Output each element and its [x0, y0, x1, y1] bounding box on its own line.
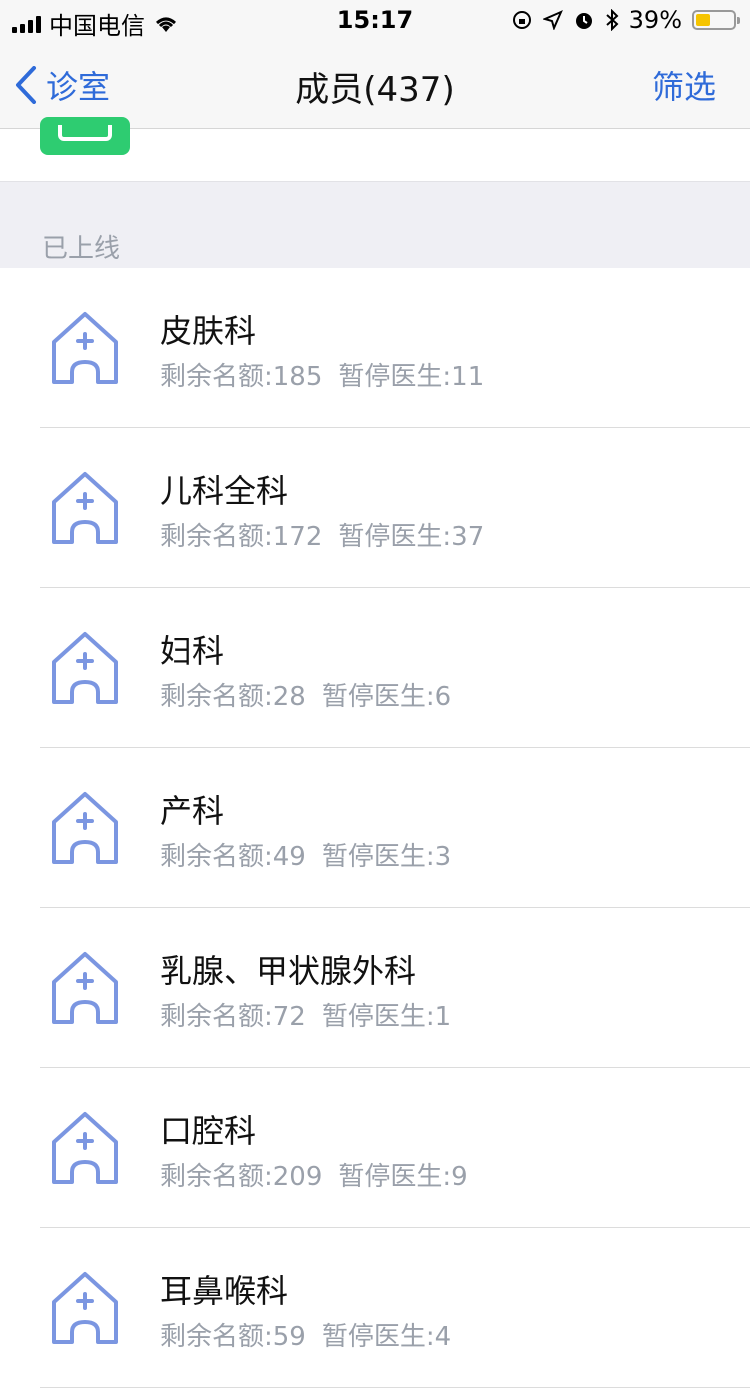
department-name: 妇科 [160, 632, 225, 670]
paused-doctors: 暂停医生:3 [321, 842, 452, 872]
alarm-icon [575, 13, 592, 29]
rotation-lock-icon [512, 11, 531, 29]
paused-doctors: 暂停医生:11 [338, 362, 485, 392]
remaining-quota: 剩余名额:72 [160, 1002, 306, 1032]
page-title: 成员(437) [295, 70, 455, 110]
battery-icon [692, 10, 740, 30]
paused-doctors: 暂停医生:1 [321, 1002, 452, 1032]
department-meta: 剩余名额:59 暂停医生:4 [160, 1316, 451, 1353]
paused-doctors: 暂停医生:6 [321, 682, 452, 712]
clinic-house-plus-icon [52, 952, 118, 1024]
department-meta: 剩余名额:49 暂停医生:3 [160, 836, 451, 873]
department-meta: 剩余名额:209 暂停医生:9 [160, 1156, 468, 1193]
paused-doctors: 暂停医生:9 [338, 1162, 468, 1192]
department-name: 乳腺、甲状腺外科 [160, 952, 417, 990]
clinic-house-plus-icon [52, 632, 118, 704]
clinic-house-plus-icon [52, 472, 118, 544]
remaining-quota: 剩余名额:209 [160, 1162, 323, 1192]
section-header: 已上线 [0, 182, 750, 268]
filter-button[interactable]: 筛选 [652, 62, 716, 108]
battery-percent: 39% [628, 6, 682, 34]
paused-doctors: 暂停医生:4 [321, 1322, 452, 1352]
remaining-quota: 剩余名额:185 [160, 362, 323, 392]
remaining-quota: 剩余名额:28 [160, 682, 306, 712]
department-name: 耳鼻喉科 [160, 1272, 289, 1310]
clinic-house-plus-icon [52, 1112, 118, 1184]
department-name: 儿科全科 [160, 472, 289, 510]
bluetooth-icon [605, 9, 619, 31]
clinic-house-plus-icon [52, 1272, 118, 1344]
clinic-house-plus-icon [52, 792, 118, 864]
department-item[interactable]: 耳鼻喉科 剩余名额:59 暂停医生:4 [0, 1228, 750, 1388]
status-right: 39% [511, 6, 740, 34]
department-item[interactable]: 妇科 剩余名额:28 暂停医生:6 [0, 588, 750, 748]
status-bar: 中国电信 15:17 39% [0, 0, 750, 40]
department-list: 皮肤科 剩余名额:185 暂停医生:11 儿科全科 剩余名额:172 暂停医生:37… [0, 268, 750, 1388]
department-meta: 剩余名额:28 暂停医生:6 [160, 676, 451, 713]
clinic-house-plus-icon [52, 312, 118, 384]
department-name: 口腔科 [160, 1112, 257, 1150]
department-name: 皮肤科 [160, 312, 257, 350]
department-meta: 剩余名额:185 暂停医生:11 [160, 356, 484, 393]
green-app-icon [40, 117, 130, 155]
location-icon [542, 10, 563, 30]
department-item[interactable]: 儿科全科 剩余名额:172 暂停医生:37 [0, 428, 750, 588]
partial-row [0, 117, 750, 182]
department-meta: 剩余名额:172 暂停医生:37 [160, 516, 484, 553]
department-meta: 剩余名额:72 暂停医生:1 [160, 996, 451, 1033]
section-title: 已上线 [42, 234, 121, 264]
remaining-quota: 剩余名额:49 [160, 842, 306, 872]
department-item[interactable]: 皮肤科 剩余名额:185 暂停医生:11 [0, 268, 750, 428]
remaining-quota: 剩余名额:172 [160, 522, 323, 552]
department-item[interactable]: 产科 剩余名额:49 暂停医生:3 [0, 748, 750, 908]
department-name: 产科 [160, 792, 225, 830]
remaining-quota: 剩余名额:59 [160, 1322, 306, 1352]
nav-bar: 诊室 成员(437) 筛选 [0, 40, 750, 129]
department-item[interactable]: 口腔科 剩余名额:209 暂停医生:9 [0, 1068, 750, 1228]
paused-doctors: 暂停医生:37 [338, 522, 485, 552]
department-item[interactable]: 乳腺、甲状腺外科 剩余名额:72 暂停医生:1 [0, 908, 750, 1068]
